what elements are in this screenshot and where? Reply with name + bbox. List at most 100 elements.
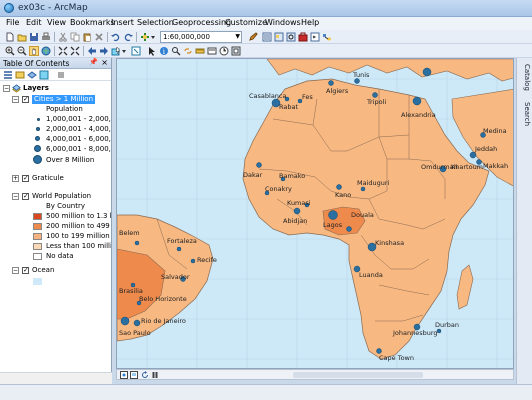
menu-selection[interactable]: Selection [137,18,174,27]
time-slider-icon[interactable] [219,46,229,56]
menu-insert[interactable]: Insert [111,18,134,27]
pan-icon[interactable] [29,46,39,56]
save-icon[interactable] [29,32,39,42]
label-sao-paulo: Sao Paulo [119,329,151,337]
fixed-zoom-in-icon[interactable] [58,46,68,56]
cut-icon[interactable] [58,32,68,42]
world-population-layer-label[interactable]: World Population [32,192,91,201]
menu-customize[interactable]: Customize [225,18,267,27]
label-belo-horizonte: Belo Horizonte [139,295,187,303]
clear-selection-icon[interactable] [131,46,141,56]
toc-title: Table Of Contents [3,59,70,68]
list-by-selection-icon[interactable] [39,70,49,80]
menu-geoprocessing[interactable]: Geoprocessing [172,18,231,27]
label-medina: Medina [483,127,507,135]
table-of-contents-icon[interactable] [262,32,272,42]
zoom-in-icon[interactable] [5,46,15,56]
arctoolbox-icon[interactable] [298,32,308,42]
zoom-out-icon[interactable] [17,46,27,56]
fixed-zoom-out-icon[interactable] [70,46,80,56]
layout-view-icon[interactable] [130,371,138,379]
city-point-recife [190,258,196,264]
copy-icon[interactable] [70,32,80,42]
menu-edit[interactable]: Edit [26,18,42,27]
search-tab[interactable]: Search [519,102,531,126]
editor-toolbar-icon[interactable] [248,32,258,42]
population-class-2-swatch [33,223,42,230]
city-point-istanbul-area [422,67,432,77]
full-extent-icon[interactable] [41,46,51,56]
measure-icon[interactable] [195,46,205,56]
ocean-visibility-checkbox[interactable]: ✓ [22,267,29,274]
select-dropdown-icon[interactable] [121,46,127,56]
graticule-layer-label[interactable]: Graticule [32,174,64,183]
delete-icon[interactable] [94,32,104,42]
layers-root-label[interactable]: Layers [23,84,49,93]
map-scale-combo[interactable]: 1:60,000,000 ▼ [160,31,242,43]
map-view-bar [116,369,514,380]
cities-layer-label[interactable]: Cities > 1 Million [32,95,96,104]
table-of-contents-panel: Table Of Contents 📌 × − Layers − ✓ Citie… [0,58,112,384]
menu-file[interactable]: File [6,18,19,27]
paste-icon[interactable] [82,32,92,42]
options-icon[interactable] [56,70,66,80]
world-population-visibility-checkbox[interactable]: ✓ [22,193,29,200]
catalog-tab[interactable]: Catalog [519,64,531,91]
new-document-icon[interactable] [5,32,15,42]
python-window-icon[interactable] [310,32,320,42]
menu-bookmarks[interactable]: Bookmarks [70,18,115,27]
find-icon[interactable] [171,46,181,56]
graticule-visibility-checkbox[interactable]: ✓ [22,175,29,182]
add-data-dropdown-icon[interactable] [150,32,156,42]
go-forward-icon[interactable] [99,46,109,56]
refresh-icon[interactable] [141,371,149,379]
collapse-world-population-toggle[interactable]: − [12,193,19,200]
arcmap-app-icon [4,3,14,13]
collapse-cities-toggle[interactable]: − [12,96,19,103]
menu-view[interactable]: View [47,18,66,27]
population-class-5-swatch [33,253,42,260]
catalog-window-icon[interactable] [274,32,284,42]
label-abidjan: Abidjan [283,217,308,225]
go-back-icon[interactable] [87,46,97,56]
model-builder-icon[interactable] [322,32,332,42]
population-class-2-label: 200 million to 499 million [46,222,111,230]
collapse-layers-toggle[interactable]: − [3,85,10,92]
select-elements-icon[interactable] [147,46,157,56]
create-viewer-icon[interactable] [231,46,241,56]
menu-windows[interactable]: Windows [265,18,301,27]
madagascar-landmass [456,264,474,310]
cities-visibility-checkbox[interactable]: ✓ [22,96,29,103]
pause-drawing-icon[interactable] [151,371,159,379]
toc-horizontal-scrollbar[interactable] [0,372,112,384]
ocean-layer-label[interactable]: Ocean [32,266,54,275]
menu-help[interactable]: Help [301,18,319,27]
list-by-source-icon[interactable] [15,70,25,80]
list-by-visibility-icon[interactable] [27,70,37,80]
html-popup-icon[interactable] [207,46,217,56]
map-horizontal-scrollbar[interactable] [293,372,423,378]
ocean-swatch [33,278,42,285]
close-icon[interactable]: × [101,58,108,67]
undo-icon[interactable] [111,32,121,42]
print-icon[interactable] [41,32,51,42]
hyperlink-icon[interactable] [183,46,193,56]
pin-icon[interactable]: 📌 [89,58,98,66]
identify-icon[interactable]: i [159,46,169,56]
open-folder-icon[interactable] [17,32,27,42]
city-point-kano [336,184,342,190]
redo-icon[interactable] [123,32,133,42]
population-class-4-label: Less than 100 million [46,242,111,250]
search-window-icon[interactable] [286,32,296,42]
list-by-drawing-order-icon[interactable] [3,70,13,80]
cities-field-label: Population [46,105,83,113]
expand-graticule-toggle[interactable]: + [12,175,19,182]
data-view-icon[interactable] [120,371,128,379]
label-alexandria: Alexandria [401,111,436,119]
select-features-icon[interactable] [111,46,121,56]
city-class-1-label: 1,000,001 - 2,000,000 [46,115,111,123]
add-data-icon[interactable] [140,32,150,42]
collapse-ocean-toggle[interactable]: − [12,267,19,274]
map-view[interactable]: Casablanca Rabat Fes Algiers Tunis Tripo… [116,58,514,369]
world-population-field-label: By Country [46,202,85,210]
